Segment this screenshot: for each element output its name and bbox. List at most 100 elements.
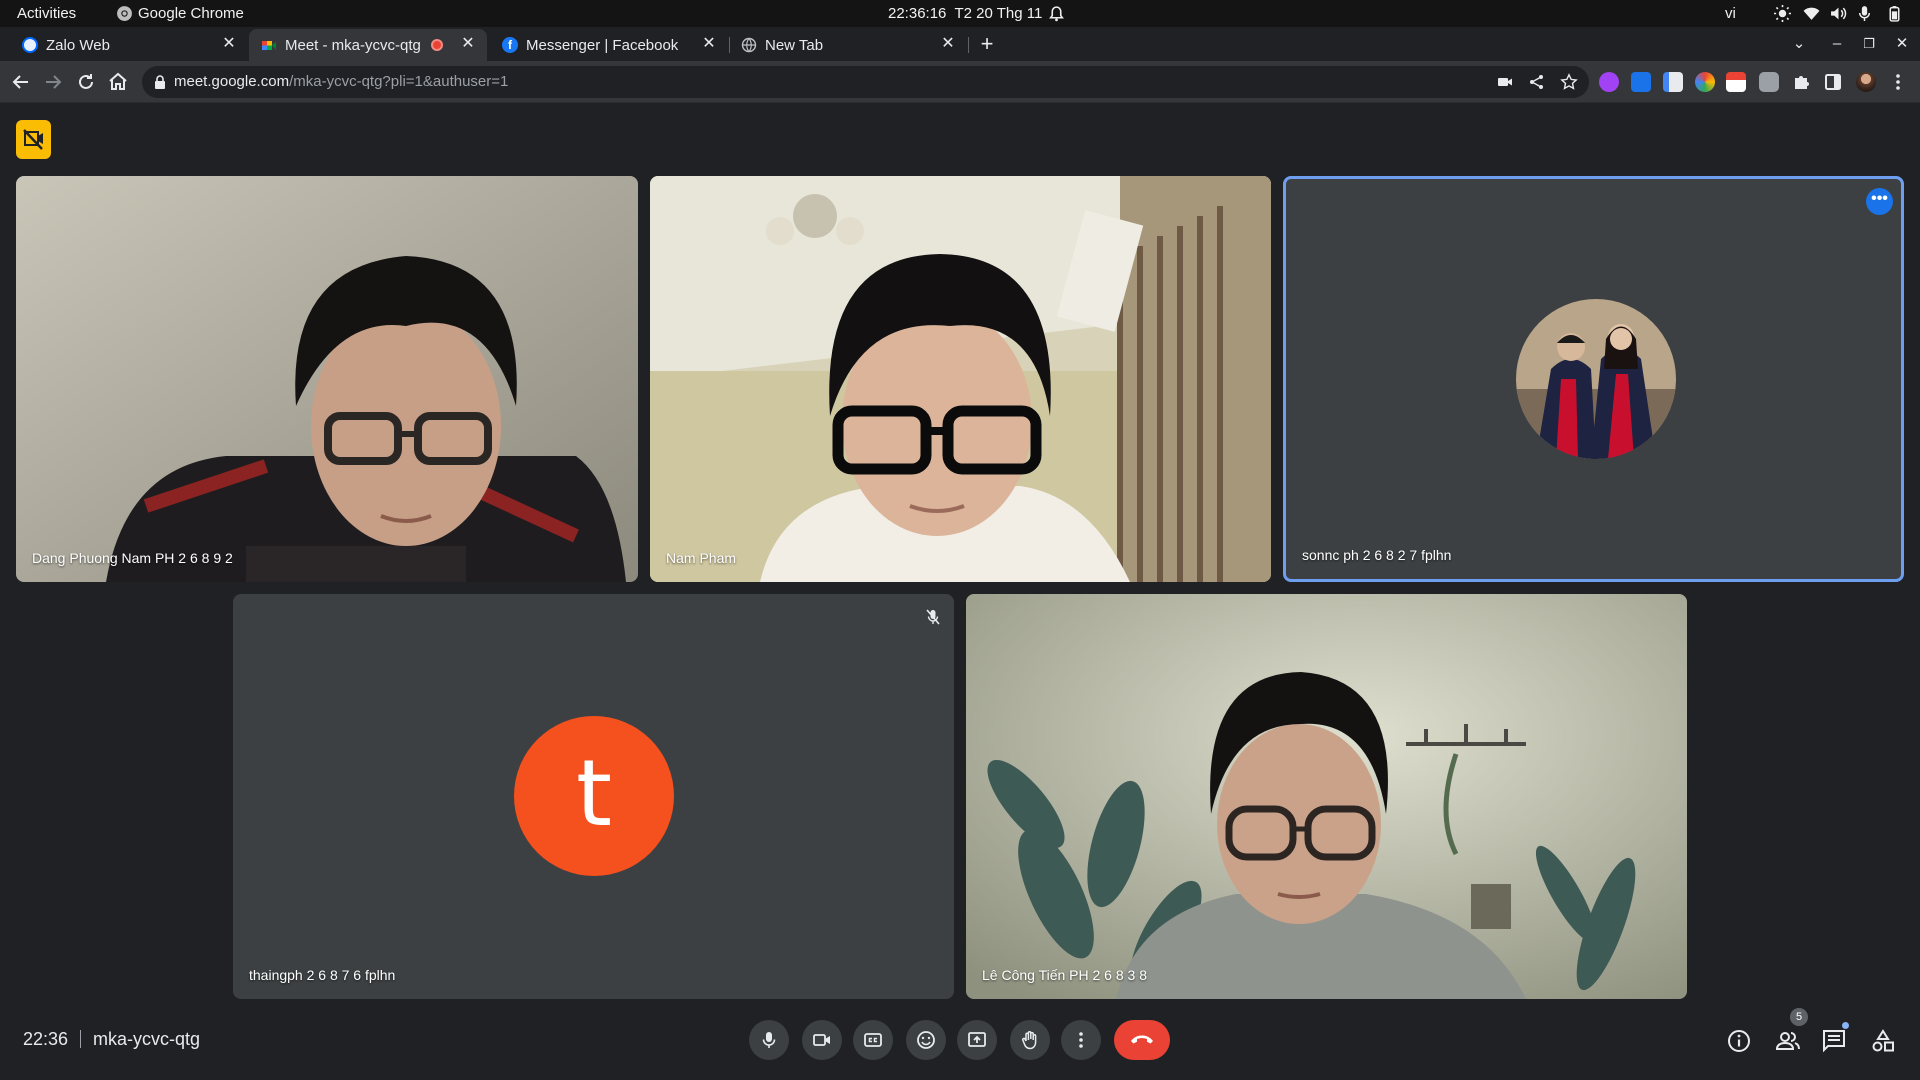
captions-icon [864,1033,882,1047]
side-panel-icon[interactable] [1823,72,1843,92]
mic-off-icon [926,609,940,625]
participant-tile[interactable]: Dang Phuong Nam PH 2 6 8 9 2 [16,176,638,582]
back-button[interactable] [9,70,33,94]
tab-separator [968,37,969,53]
participant-count-badge: 5 [1790,1008,1808,1026]
tab-new-tab[interactable]: New Tab ✕ [729,29,969,61]
chrome-menu-icon[interactable] [1888,72,1908,92]
people-icon[interactable] [1775,1028,1801,1054]
facebook-icon: f [502,37,518,53]
tab-zalo-web[interactable]: Zalo Web ✕ [10,29,248,61]
extension-doc-icon[interactable] [1663,72,1683,92]
activities-button[interactable]: Activities [17,5,76,22]
mic-icon [762,1032,776,1048]
battery-icon[interactable] [1886,5,1903,22]
clock[interactable]: 22:36:16 T2 20 Thg 11 [888,5,1042,22]
bell-icon[interactable] [1048,5,1065,22]
participant-name: Lê Công Tiến PH 2 6 8 3 8 [982,967,1147,983]
microphone-status-icon[interactable] [1856,5,1873,22]
tab-messenger[interactable]: f Messenger | Facebook ✕ [490,29,730,61]
meet-icon [262,41,276,50]
minimize-button[interactable]: – [1825,32,1849,56]
present-now-button[interactable] [957,1020,997,1060]
meeting-details: 22:36 mka-ycvc-qtg [23,1029,200,1050]
input-language[interactable]: vi [1725,5,1736,22]
camera-icon [813,1034,830,1046]
unread-indicator [1842,1022,1849,1029]
tab-title: Zalo Web [46,37,110,54]
extension-camera-icon[interactable] [1759,72,1779,92]
participant-tile[interactable]: Lê Công Tiến PH 2 6 8 3 8 [966,594,1687,999]
volume-icon[interactable] [1830,5,1847,22]
tab-search-chevron-icon[interactable]: ⌄ [1787,32,1811,56]
emoji-icon [917,1031,935,1049]
chrome-icon [117,6,132,21]
zalo-icon [22,37,38,53]
recording-dot-icon [431,39,443,51]
participant-avatar: t [514,716,674,876]
more-options-button[interactable] [1061,1020,1101,1060]
url-text[interactable]: meet.google.com/mka-ycvc-qtg?pli=1&authu… [174,73,508,90]
tab-title: Meet - mka-ycvc-qtg [285,37,421,54]
address-bar[interactable]: meet.google.com/mka-ycvc-qtg?pli=1&authu… [142,66,1589,98]
participant-avatar [1516,299,1676,459]
raise-hand-button[interactable] [1010,1020,1050,1060]
browser-toolbar: meet.google.com/mka-ycvc-qtg?pli=1&authu… [0,61,1920,103]
leave-call-button[interactable] [1114,1020,1170,1060]
close-window-button[interactable]: ✕ [1890,32,1914,56]
brightness-icon[interactable] [1774,5,1791,22]
bookmark-star-icon[interactable] [1560,73,1578,91]
extension-f-icon[interactable] [1631,72,1651,92]
participant-tile[interactable]: Nam Pham [650,176,1271,582]
meeting-code: mka-ycvc-qtg [93,1029,201,1049]
close-tab-icon[interactable]: ✕ [939,35,957,53]
participant-video [16,176,638,582]
extension-purple-icon[interactable] [1599,72,1619,92]
reload-button[interactable] [74,70,98,94]
participant-name: Nam Pham [666,550,737,566]
close-tab-icon[interactable]: ✕ [220,35,238,53]
more-options-button[interactable]: ••• [1866,188,1893,215]
lock-icon[interactable] [154,75,166,89]
reactions-button[interactable] [906,1020,946,1060]
tab-strip: Zalo Web ✕ Meet - mka-ycvc-qtg ✕ f Messe… [0,27,1920,61]
more-vert-icon [1079,1032,1083,1048]
tab-meet[interactable]: Meet - mka-ycvc-qtg ✕ [249,29,487,61]
activities-icon[interactable] [1870,1028,1896,1054]
globe-icon [741,37,757,53]
extension-calendar-icon[interactable] [1726,72,1746,92]
participant-video [966,594,1687,999]
meeting-time: 22:36 [23,1029,69,1049]
chat-icon[interactable] [1821,1028,1847,1054]
meeting-info-icon[interactable] [1726,1028,1752,1054]
hangup-icon [1131,1035,1153,1044]
participant-video [650,176,1271,582]
forward-button[interactable] [41,70,65,94]
participant-name: Dang Phuong Nam PH 2 6 8 9 2 [32,550,233,566]
wifi-icon[interactable] [1803,5,1820,22]
extensions-puzzle-icon[interactable] [1791,72,1811,92]
captions-button[interactable] [853,1020,893,1060]
present-icon [968,1032,986,1047]
extension-color-icon[interactable] [1695,72,1715,92]
participant-name: sonnc ph 2 6 8 2 7 fplhn [1302,547,1452,563]
participant-tile[interactable]: ••• sonnc ph 2 6 8 2 7 fplhn [1283,176,1904,582]
self-view-hidden-icon[interactable] [16,120,51,159]
tab-title: Messenger | Facebook [526,37,679,54]
home-button[interactable] [106,70,130,94]
participant-tile[interactable]: t thaingph 2 6 8 7 6 fplhn [233,594,954,999]
divider [80,1030,82,1048]
share-icon[interactable] [1528,73,1546,91]
restore-button[interactable]: ❐ [1857,32,1881,56]
profile-avatar[interactable] [1856,72,1876,92]
raise-hand-icon [1022,1031,1037,1050]
app-menu[interactable]: Google Chrome [138,5,244,22]
camera-button[interactable] [802,1020,842,1060]
system-top-bar: Activities Google Chrome 22:36:16 T2 20 … [0,0,1920,27]
camera-in-use-icon[interactable] [1496,73,1514,91]
close-tab-icon[interactable]: ✕ [700,35,718,53]
new-tab-button[interactable]: + [975,32,999,56]
close-tab-icon[interactable]: ✕ [459,35,477,53]
microphone-button[interactable] [749,1020,789,1060]
participant-name: thaingph 2 6 8 7 6 fplhn [249,967,396,983]
